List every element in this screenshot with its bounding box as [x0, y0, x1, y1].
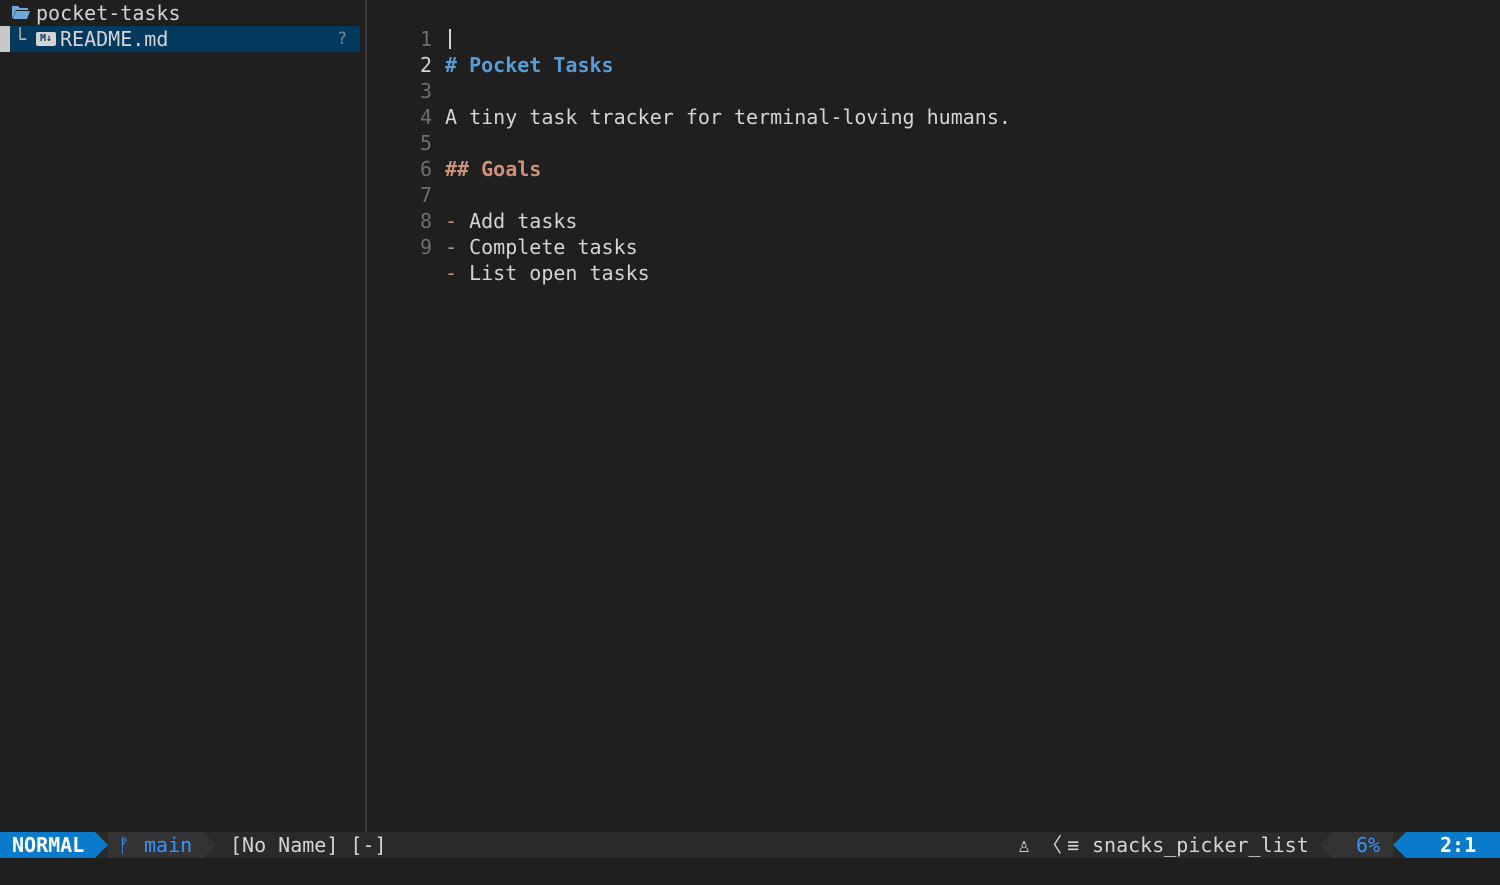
markdown-icon: M↓	[36, 32, 56, 46]
statusline: NORMAL ᚠ main [No Name] [-] ♙ 〈 ≡ snacks…	[0, 832, 1500, 858]
file-explorer: pocket-tasks └ M↓ README.md ?	[0, 0, 365, 832]
editor-line: 6	[367, 130, 1500, 181]
filetype-label: snacks_picker_list	[1092, 833, 1309, 857]
editor-line: 1 # Pocket Tasks	[367, 0, 1500, 77]
list-item-text: List open tasks	[457, 261, 650, 285]
tree-guide: └	[14, 27, 27, 51]
cursor-position: 2:1	[1440, 833, 1477, 857]
git-branch-icon: ᚠ	[118, 833, 130, 857]
editor-line: 5 ## Goals	[367, 104, 1500, 181]
chevron-left-icon: 〈	[1042, 833, 1062, 857]
folder-open-icon	[12, 6, 30, 19]
explorer-item-readme[interactable]: └ M↓ README.md ?	[0, 26, 360, 52]
selection-marker	[0, 26, 10, 52]
editor-line: 9 - List open tasks	[367, 208, 1500, 285]
list-bullet: -	[445, 235, 458, 259]
mode-separator	[95, 832, 108, 858]
command-line[interactable]	[0, 858, 1500, 885]
neovim-window: pocket-tasks └ M↓ README.md ? 1 # Pocket…	[0, 0, 1500, 885]
explorer-root[interactable]: pocket-tasks	[0, 0, 360, 26]
list-bullet: -	[445, 261, 458, 285]
editor-line: 4	[367, 78, 1500, 129]
line-number: 9	[419, 235, 432, 259]
filetype-icon: ≡	[1067, 833, 1080, 857]
percent-separator	[1320, 832, 1333, 858]
editor-line: 7 - Add tasks	[367, 156, 1500, 233]
list-item-text: Complete tasks	[457, 235, 638, 259]
buffer-name: [No Name] [-]	[230, 833, 387, 857]
git-branch-name: main	[144, 833, 193, 857]
linux-icon: ♙	[1018, 833, 1031, 857]
explorer-item-label: README.md	[60, 27, 169, 51]
explorer-root-label: pocket-tasks	[36, 1, 181, 25]
list-item: - Complete tasks	[445, 234, 638, 260]
mode-indicator: NORMAL	[0, 832, 95, 858]
list-item: - List open tasks	[445, 260, 650, 286]
scroll-percent: 6%	[1356, 833, 1381, 857]
position-separator	[1393, 832, 1406, 858]
text-cursor	[449, 29, 451, 49]
editor-line-current: 2	[367, 26, 1500, 77]
editor-line: 8 - Complete tasks	[367, 182, 1500, 259]
branch-separator	[203, 832, 216, 858]
git-status-badge: ?	[337, 29, 348, 49]
editor-line: 3 A tiny task tracker for terminal-lovin…	[367, 52, 1500, 129]
editor-pane[interactable]: 1 # Pocket Tasks 2 3 A tiny task tracker…	[367, 0, 1500, 832]
